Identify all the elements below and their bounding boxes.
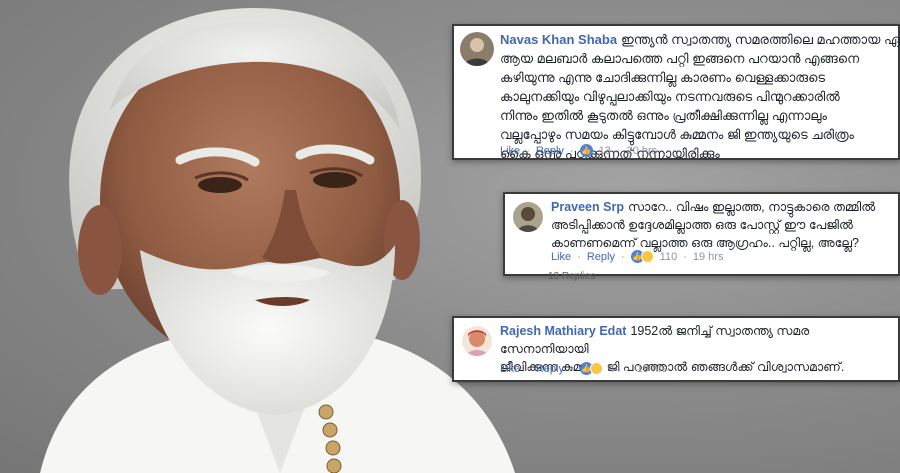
reaction-summary[interactable]: 👍 (579, 362, 603, 375)
commenter-avatar[interactable] (462, 326, 492, 356)
comment-card-3: Rajesh Mathiary Edat 1952ൽ ജനിച്ച് സ്വാതന… (452, 316, 900, 382)
comment-meta: Like · Reply · 👍 110 · 19 hrs (551, 250, 724, 263)
haha-reaction-icon (589, 362, 603, 375)
comment-text: ഇന്ത്യൻ സ്വാതന്ത്യ സമരത്തിലെ മഹത്തായ ഏ ആ… (500, 32, 900, 161)
comment-time: 19 hrs (692, 250, 724, 263)
commenter-avatar[interactable] (460, 32, 494, 66)
comment-author[interactable]: Rajesh Mathiary Edat (500, 324, 626, 338)
reply-button[interactable]: Reply (587, 251, 615, 263)
comment-meta: Like · Reply · 👍 13 · 20 hrs (500, 144, 658, 157)
reaction-summary[interactable]: 👍 (579, 144, 593, 157)
comment-card-2: Praveen Srp സാറേ.. വിഷം ഇല്ലാത്ത, നാട്ടുക… (503, 192, 900, 276)
comment-time: 20 hrs (626, 144, 658, 157)
comment-card-1: Navas Khan Shaba ഇന്ത്യൻ സ്വാതന്ത്യ സമരത്… (452, 24, 900, 161)
like-button[interactable]: Like (500, 145, 520, 157)
haha-reaction-icon (640, 250, 654, 263)
reaction-count: 44 (608, 362, 621, 375)
like-reaction-icon: 👍 (579, 144, 593, 157)
like-button[interactable]: Like (551, 251, 571, 263)
like-button[interactable]: Like (500, 363, 520, 375)
comment-meta: Like · Reply · 👍 44 · 19 hrs (500, 362, 668, 375)
reaction-summary[interactable]: 👍 (630, 250, 654, 263)
reply-button[interactable]: Reply (536, 145, 564, 157)
reaction-count: 110 (659, 250, 678, 263)
commenter-avatar[interactable] (513, 202, 543, 232)
view-replies-link[interactable]: 13 Replies (548, 271, 595, 282)
comment-text-block: Praveen Srp സാറേ.. വിഷം ഇല്ലാത്ത, നാട്ടുക… (551, 198, 897, 252)
comment-time: 19 hrs (636, 362, 668, 375)
comment-author[interactable]: Praveen Srp (551, 200, 624, 214)
reaction-count: 13 (598, 144, 611, 157)
reply-button[interactable]: Reply (536, 363, 564, 375)
comment-author[interactable]: Navas Khan Shaba (500, 32, 617, 47)
